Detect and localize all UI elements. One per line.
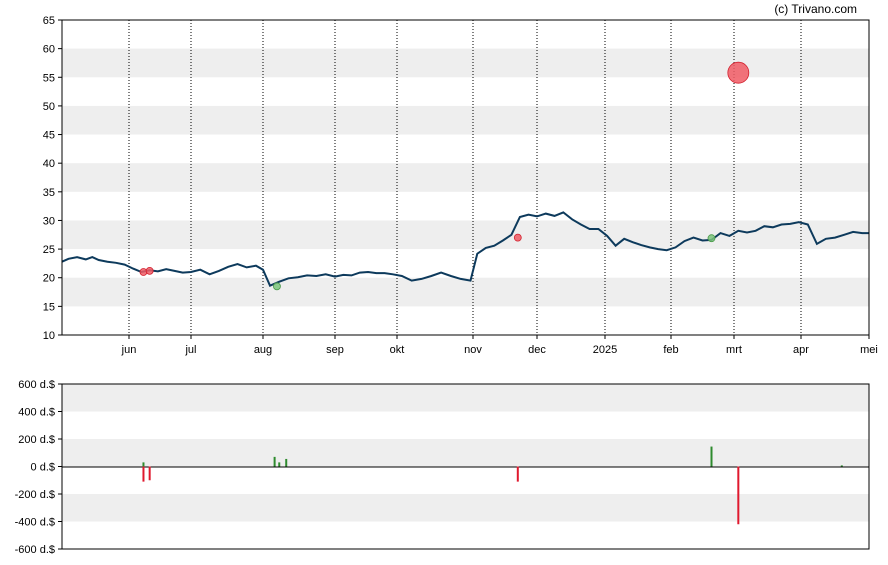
sell-bar-8	[737, 466, 740, 525]
x-tick-label: nov	[464, 344, 482, 356]
y-tick-label: 55	[43, 72, 55, 84]
buy-bar-9	[840, 465, 843, 467]
insider-chart-bands	[62, 384, 869, 522]
sell-bar-2	[148, 466, 151, 481]
x-tick-label: 2025	[593, 344, 617, 356]
sell-marker-1	[145, 266, 154, 275]
insider-y-tick-label: 200 d.$	[18, 434, 55, 446]
y-tick-label: 35	[43, 187, 55, 199]
y-tick-label: 40	[43, 158, 55, 170]
buy-bar-3	[273, 456, 276, 467]
sell-marker-5	[727, 61, 750, 84]
sell-bar-1	[142, 466, 145, 482]
insider-y-tick-label: 400 d.$	[18, 407, 55, 419]
x-tick-label: mrt	[726, 344, 742, 356]
band-25	[62, 220, 869, 250]
band-35	[62, 163, 869, 192]
y-tick-label: 20	[43, 273, 55, 285]
y-tick-label: 45	[43, 130, 55, 142]
x-tick-label: apr	[793, 344, 809, 356]
insider-y-axis: 600 d.$ 400 d.$ 200 d.$ 0 d.$ -200 d.$ -400 d…	[15, 379, 62, 556]
y-tick-label: 65	[43, 15, 55, 27]
price-chart-bands	[62, 48, 869, 307]
insider-y-tick-label: -200 d.$	[15, 489, 55, 501]
buy-bar-7	[710, 446, 713, 467]
buy-marker-4	[707, 234, 716, 243]
source-credit: (c) Trivano.com	[774, 2, 857, 16]
x-tick-label: mei	[860, 344, 878, 356]
insider-band-2	[62, 494, 869, 522]
sell-bar-6	[516, 466, 519, 482]
insider-y-tick-label: -600 d.$	[15, 544, 55, 556]
insider-band-1	[62, 439, 869, 467]
sell-marker-3	[513, 233, 522, 242]
x-tick-label: okt	[390, 344, 405, 356]
x-tick-label: feb	[663, 344, 678, 356]
y-tick-label: 15	[43, 301, 55, 313]
buy-bar-4	[278, 462, 281, 467]
buy-bar-0	[142, 462, 145, 467]
buy-marker-2	[273, 282, 281, 291]
sell-marker-0	[139, 268, 148, 276]
price-insider-chart: 65 60 55 50 45 40 35 30 25 20 15 10 jun jul aug sep okt…	[15, 2, 878, 556]
insider-y-tick-label: -400 d.$	[15, 517, 55, 529]
band-45	[62, 105, 869, 135]
x-tick-label: jul	[184, 344, 196, 356]
x-tick-label: sep	[326, 344, 344, 356]
x-tick-label: aug	[254, 344, 272, 356]
buy-bar-5	[285, 458, 288, 467]
band-15	[62, 277, 869, 307]
price-x-axis: jun jul aug sep okt nov dec 2025 feb mrt apr mei	[121, 335, 878, 356]
y-tick-label: 25	[43, 244, 55, 256]
y-tick-label: 30	[43, 215, 55, 227]
x-tick-label: jun	[121, 344, 137, 356]
y-tick-label: 50	[43, 101, 55, 113]
x-tick-label: dec	[528, 344, 546, 356]
insider-y-tick-label: 600 d.$	[18, 379, 55, 391]
insider-y-tick-label: 0 d.$	[31, 462, 55, 474]
y-tick-label: 60	[43, 44, 55, 56]
y-tick-label: 10	[43, 330, 55, 342]
price-y-axis: 65 60 55 50 45 40 35 30 25 20 15 10	[43, 15, 62, 342]
insider-band-0	[62, 384, 869, 412]
